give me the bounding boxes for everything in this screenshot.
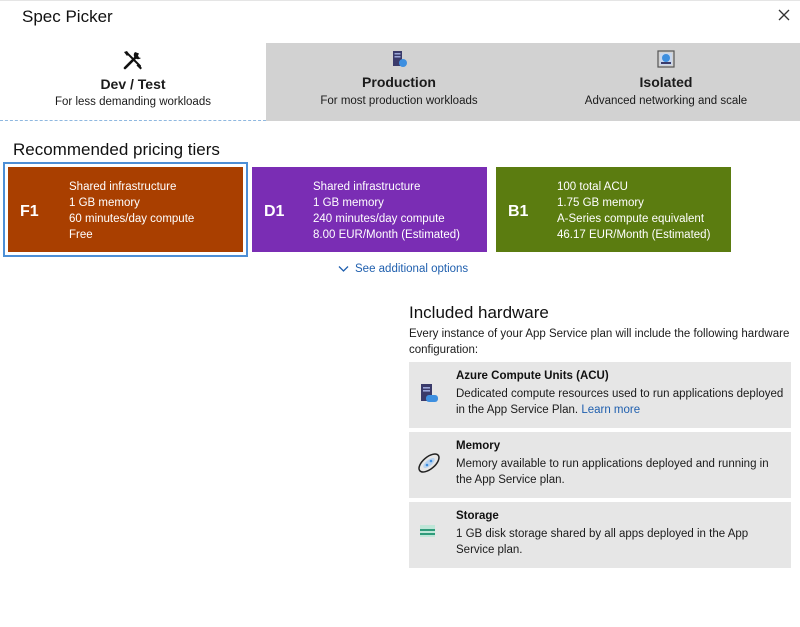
hardware-name: Memory bbox=[456, 440, 501, 452]
tier-code: B1 bbox=[508, 203, 529, 220]
tier-detail-line: 1 GB memory bbox=[69, 197, 140, 209]
tier-detail-line: 240 minutes/day compute bbox=[313, 213, 445, 225]
tier-details: 100 total ACU 1.75 GB memory A-Series co… bbox=[557, 179, 710, 243]
close-icon[interactable] bbox=[776, 7, 792, 23]
tier-detail-line: Shared infrastructure bbox=[69, 181, 177, 193]
title-bar: Spec Picker bbox=[0, 0, 800, 34]
compute-icon bbox=[416, 380, 442, 406]
learn-more-link[interactable]: Learn more bbox=[581, 404, 640, 416]
tab-isolated[interactable]: Isolated Advanced networking and scale bbox=[532, 43, 800, 121]
tier-code: D1 bbox=[264, 203, 285, 220]
tier-detail-line: 60 minutes/day compute bbox=[69, 213, 195, 225]
tab-title: Production bbox=[362, 74, 436, 90]
tier-detail-line: Free bbox=[69, 229, 93, 241]
tier-details: Shared infrastructure 1 GB memory 240 mi… bbox=[313, 179, 460, 243]
tier-detail-line: A-Series compute equivalent bbox=[557, 213, 705, 225]
included-hardware-description: Every instance of your App Service plan … bbox=[409, 328, 790, 356]
tab-dev-test[interactable]: Dev / Test For less demanding workloads bbox=[0, 43, 266, 121]
tier-card-b1[interactable]: B1 100 total ACU 1.75 GB memory A-Series… bbox=[496, 167, 731, 252]
tier-category-tabs: Dev / Test For less demanding workloads … bbox=[0, 43, 800, 121]
hardware-name: Azure Compute Units (ACU) bbox=[456, 370, 609, 382]
hardware-text: Dedicated compute resources used to run … bbox=[456, 386, 786, 418]
recommended-tiers-heading: Recommended pricing tiers bbox=[13, 140, 220, 159]
hardware-text: 1 GB disk storage shared by all apps dep… bbox=[456, 528, 749, 556]
tier-details: Shared infrastructure 1 GB memory 60 min… bbox=[69, 179, 194, 243]
tab-subtitle: For most production workloads bbox=[320, 95, 478, 107]
tab-production[interactable]: Production For most production workloads bbox=[266, 43, 532, 121]
tab-title: Dev / Test bbox=[100, 76, 166, 92]
see-additional-options-label: See additional options bbox=[355, 263, 469, 275]
hardware-text: Memory available to run applications dep… bbox=[456, 458, 769, 486]
tier-detail-line: 1.75 GB memory bbox=[557, 197, 644, 209]
tier-card-f1[interactable]: F1 Shared infrastructure 1 GB memory 60 … bbox=[3, 162, 248, 257]
storage-icon bbox=[416, 520, 442, 546]
hardware-card-storage: Storage 1 GB disk storage shared by all … bbox=[409, 502, 791, 568]
tier-detail-line: 100 total ACU bbox=[557, 181, 628, 193]
tier-code: F1 bbox=[20, 203, 39, 220]
see-additional-options-link[interactable]: See additional options bbox=[338, 263, 468, 275]
tier-card-d1[interactable]: D1 Shared infrastructure 1 GB memory 240… bbox=[252, 167, 487, 252]
included-hardware-heading: Included hardware bbox=[409, 303, 549, 322]
chevron-down-icon bbox=[338, 266, 349, 272]
tier-detail-line: 1 GB memory bbox=[313, 197, 384, 209]
hardware-card-memory: Memory Memory available to run applicati… bbox=[409, 432, 791, 498]
tier-detail-line: 8.00 EUR/Month (Estimated) bbox=[313, 229, 461, 241]
tab-subtitle: Advanced networking and scale bbox=[584, 95, 748, 107]
hardware-card-acu: Azure Compute Units (ACU) Dedicated comp… bbox=[409, 362, 791, 428]
tab-title: Isolated bbox=[639, 74, 693, 90]
hardware-name: Storage bbox=[456, 510, 499, 522]
tier-detail-line: 46.17 EUR/Month (Estimated) bbox=[557, 229, 711, 241]
window-title: Spec Picker bbox=[22, 7, 113, 26]
tools-icon bbox=[122, 49, 144, 71]
isolated-icon bbox=[655, 50, 677, 72]
server-icon bbox=[388, 50, 410, 72]
tab-subtitle: For less demanding workloads bbox=[55, 96, 211, 108]
tier-detail-line: Shared infrastructure bbox=[313, 181, 421, 193]
memory-icon bbox=[416, 450, 442, 476]
